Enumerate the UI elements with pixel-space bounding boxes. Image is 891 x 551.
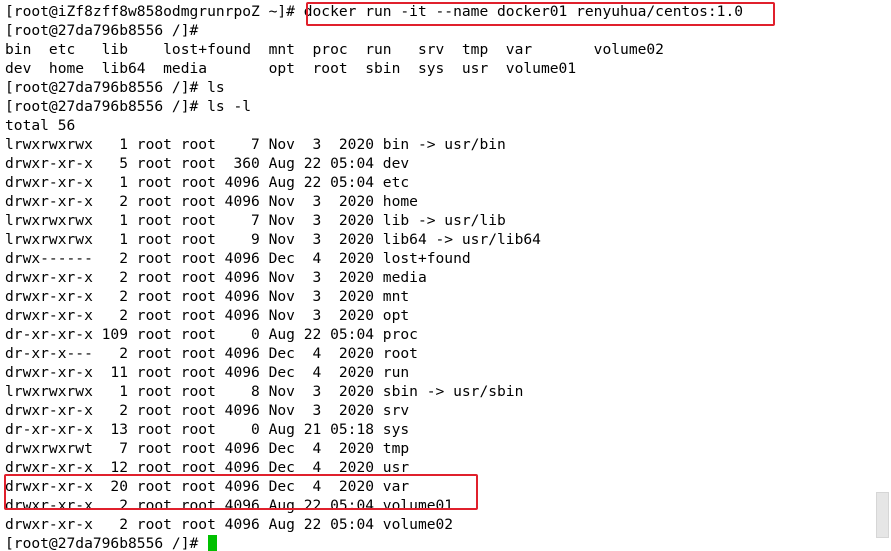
terminal-line-text: drwxr-xr-x 2 root root 4096 Nov 3 2020 m…: [5, 288, 410, 305]
terminal-line: drwxr-xr-x 2 root root 4096 Nov 3 2020 s…: [5, 401, 871, 420]
terminal-line-text: lrwxrwxrwx 1 root root 7 Nov 3 2020 lib …: [5, 212, 506, 229]
terminal-line: [root@27da796b8556 /]#: [5, 21, 871, 40]
terminal-line-text: drwxr-xr-x 2 root root 4096 Nov 3 2020 h…: [5, 193, 418, 210]
vertical-scrollbar[interactable]: [874, 0, 891, 551]
terminal-line: dr-xr-x--- 2 root root 4096 Dec 4 2020 r…: [5, 344, 871, 363]
terminal-line-text: lrwxrwxrwx 1 root root 9 Nov 3 2020 lib6…: [5, 231, 541, 248]
terminal-line: lrwxrwxrwx 1 root root 7 Nov 3 2020 bin …: [5, 135, 871, 154]
terminal-line: [root@iZf8zff8w858odmgrunrpoZ ~]# docker…: [5, 2, 871, 21]
terminal-line-text: [root@27da796b8556 /]#: [5, 535, 208, 551]
terminal-line-text: bin etc lib lost+found mnt proc run srv …: [5, 41, 664, 58]
scrollbar-thumb[interactable]: [876, 492, 889, 538]
terminal-line: drwxr-xr-x 2 root root 4096 Nov 3 2020 h…: [5, 192, 871, 211]
terminal-line: drwxr-xr-x 11 root root 4096 Dec 4 2020 …: [5, 363, 871, 382]
terminal-window[interactable]: [root@iZf8zff8w858odmgrunrpoZ ~]# docker…: [0, 0, 891, 551]
terminal-line-text: lrwxrwxrwx 1 root root 8 Nov 3 2020 sbin…: [5, 383, 524, 400]
terminal-line-text: [root@27da796b8556 /]# ls: [5, 79, 225, 96]
terminal-line: drwxr-xr-x 2 root root 4096 Nov 3 2020 m…: [5, 287, 871, 306]
terminal-line-text: drwxr-xr-x 12 root root 4096 Dec 4 2020 …: [5, 459, 410, 476]
terminal-output: [root@iZf8zff8w858odmgrunrpoZ ~]# docker…: [5, 2, 871, 551]
terminal-line-text: drwxr-xr-x 2 root root 4096 Nov 3 2020 m…: [5, 269, 427, 286]
terminal-line: drwxr-xr-x 2 root root 4096 Aug 22 05:04…: [5, 496, 871, 515]
terminal-line-text: dr-xr-xr-x 13 root root 0 Aug 21 05:18 s…: [5, 421, 410, 438]
terminal-line: drwxr-xr-x 2 root root 4096 Aug 22 05:04…: [5, 515, 871, 534]
terminal-line-text: dr-xr-x--- 2 root root 4096 Dec 4 2020 r…: [5, 345, 418, 362]
terminal-line: dev home lib64 media opt root sbin sys u…: [5, 59, 871, 78]
terminal-line: dr-xr-xr-x 13 root root 0 Aug 21 05:18 s…: [5, 420, 871, 439]
terminal-line-text: drwxr-xr-x 11 root root 4096 Dec 4 2020 …: [5, 364, 410, 381]
terminal-line-text: drwxr-xr-x 5 root root 360 Aug 22 05:04 …: [5, 155, 410, 172]
terminal-line: lrwxrwxrwx 1 root root 8 Nov 3 2020 sbin…: [5, 382, 871, 401]
terminal-line: drwxr-xr-x 5 root root 360 Aug 22 05:04 …: [5, 154, 871, 173]
terminal-line-text: drwx------ 2 root root 4096 Dec 4 2020 l…: [5, 250, 471, 267]
terminal-line: drwxr-xr-x 20 root root 4096 Dec 4 2020 …: [5, 477, 871, 496]
terminal-cursor: [208, 535, 218, 551]
terminal-line: lrwxrwxrwx 1 root root 7 Nov 3 2020 lib …: [5, 211, 871, 230]
terminal-line: lrwxrwxrwx 1 root root 9 Nov 3 2020 lib6…: [5, 230, 871, 249]
terminal-line-text: dr-xr-xr-x 109 root root 0 Aug 22 05:04 …: [5, 326, 418, 343]
terminal-line: [root@27da796b8556 /]# ls -l: [5, 97, 871, 116]
terminal-line: bin etc lib lost+found mnt proc run srv …: [5, 40, 871, 59]
terminal-line-text: lrwxrwxrwx 1 root root 7 Nov 3 2020 bin …: [5, 136, 506, 153]
terminal-line-text: [root@iZf8zff8w858odmgrunrpoZ ~]# docker…: [5, 3, 744, 20]
terminal-line-text: drwxrwxrwt 7 root root 4096 Dec 4 2020 t…: [5, 440, 410, 457]
terminal-prompt-line: [root@27da796b8556 /]#: [5, 534, 871, 551]
terminal-line-text: drwxr-xr-x 20 root root 4096 Dec 4 2020 …: [5, 478, 410, 495]
terminal-line: drwxr-xr-x 1 root root 4096 Aug 22 05:04…: [5, 173, 871, 192]
terminal-line-text: dev home lib64 media opt root sbin sys u…: [5, 60, 577, 77]
terminal-line-text: drwxr-xr-x 2 root root 4096 Aug 22 05:04…: [5, 516, 454, 533]
terminal-line: drwxr-xr-x 2 root root 4096 Nov 3 2020 m…: [5, 268, 871, 287]
terminal-line: drwxr-xr-x 12 root root 4096 Dec 4 2020 …: [5, 458, 871, 477]
terminal-line: total 56: [5, 116, 871, 135]
terminal-line: drwxrwxrwt 7 root root 4096 Dec 4 2020 t…: [5, 439, 871, 458]
terminal-line-text: total 56: [5, 117, 76, 134]
terminal-line: [root@27da796b8556 /]# ls: [5, 78, 871, 97]
terminal-line: drwxr-xr-x 2 root root 4096 Nov 3 2020 o…: [5, 306, 871, 325]
terminal-line-text: drwxr-xr-x 2 root root 4096 Nov 3 2020 s…: [5, 402, 410, 419]
terminal-line: dr-xr-xr-x 109 root root 0 Aug 22 05:04 …: [5, 325, 871, 344]
terminal-line-text: drwxr-xr-x 2 root root 4096 Nov 3 2020 o…: [5, 307, 410, 324]
terminal-line-text: [root@27da796b8556 /]# ls -l: [5, 98, 252, 115]
terminal-line-text: drwxr-xr-x 2 root root 4096 Aug 22 05:04…: [5, 497, 454, 514]
terminal-line-text: drwxr-xr-x 1 root root 4096 Aug 22 05:04…: [5, 174, 410, 191]
terminal-line: drwx------ 2 root root 4096 Dec 4 2020 l…: [5, 249, 871, 268]
terminal-line-text: [root@27da796b8556 /]#: [5, 22, 199, 39]
